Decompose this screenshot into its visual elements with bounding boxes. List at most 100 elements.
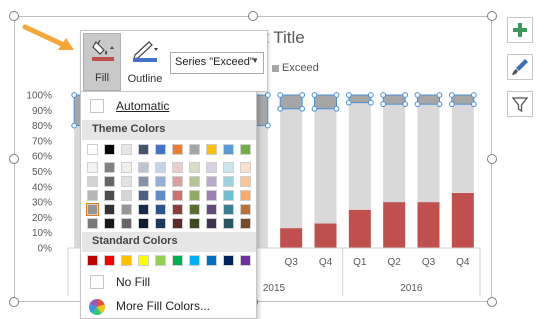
theme-color-shade-swatch[interactable]	[189, 190, 200, 201]
standard-colors-header: Standard Colors	[82, 232, 256, 252]
theme-color-shade-swatch[interactable]	[138, 190, 149, 201]
format-mini-toolbar: Fill Outline Series "Exceed" ▼	[80, 30, 268, 92]
automatic-option[interactable]: Automatic	[81, 97, 256, 117]
standard-color-swatch[interactable]	[206, 255, 217, 266]
series-select[interactable]: Series "Exceed" ▼	[170, 52, 264, 74]
theme-color-shade-swatch[interactable]	[172, 190, 183, 201]
theme-color-shade-swatch[interactable]	[172, 204, 183, 215]
theme-color-shade-swatch[interactable]	[240, 176, 251, 187]
theme-color-shade-swatch[interactable]	[206, 162, 217, 173]
standard-color-swatch[interactable]	[223, 255, 234, 266]
resize-handle-right[interactable]	[487, 154, 497, 164]
theme-color-shade-swatch[interactable]	[206, 176, 217, 187]
theme-color-shade-swatch[interactable]	[206, 190, 217, 201]
theme-color-shade-swatch[interactable]	[121, 162, 132, 173]
theme-color-shade-swatch[interactable]	[104, 218, 115, 229]
standard-color-swatch[interactable]	[121, 255, 132, 266]
theme-color-swatch[interactable]	[104, 144, 115, 155]
series-select-value: Series "Exceed"	[175, 56, 254, 68]
theme-color-shade-swatch[interactable]	[155, 162, 166, 173]
theme-color-shade-swatch[interactable]	[223, 218, 234, 229]
theme-color-shade-swatch[interactable]	[223, 204, 234, 215]
theme-color-shade-swatch[interactable]	[223, 176, 234, 187]
theme-color-swatch[interactable]	[240, 144, 251, 155]
theme-color-swatch[interactable]	[223, 144, 234, 155]
theme-color-shade-swatch[interactable]	[155, 176, 166, 187]
theme-color-shade-swatch[interactable]	[172, 162, 183, 173]
theme-color-shade-swatch[interactable]	[138, 162, 149, 173]
standard-color-swatch[interactable]	[87, 255, 98, 266]
resize-handle-top-right[interactable]	[487, 11, 497, 21]
more-fill-colors-label: More Fill Colors...	[116, 299, 211, 313]
legend[interactable]: Exceed	[272, 62, 319, 74]
theme-color-shade-swatch[interactable]	[155, 204, 166, 215]
standard-color-swatch[interactable]	[155, 255, 166, 266]
theme-color-shade-swatch[interactable]	[155, 190, 166, 201]
theme-color-swatch[interactable]	[121, 144, 132, 155]
resize-handle-left[interactable]	[9, 154, 19, 164]
plus-icon	[513, 23, 527, 37]
resize-handle-bottom-left[interactable]	[9, 297, 19, 307]
theme-color-swatch[interactable]	[189, 144, 200, 155]
standard-color-swatch[interactable]	[189, 255, 200, 266]
resize-handle-top[interactable]	[248, 11, 258, 21]
theme-color-shade-swatch[interactable]	[121, 190, 132, 201]
chart-styles-button[interactable]	[507, 54, 533, 80]
theme-color-shade-swatch[interactable]	[206, 218, 217, 229]
theme-color-shade-swatch[interactable]	[189, 176, 200, 187]
theme-color-shade-swatch[interactable]	[87, 190, 98, 201]
theme-color-shade-swatch[interactable]	[138, 204, 149, 215]
fill-button[interactable]: Fill	[83, 33, 121, 91]
theme-color-shade-swatch[interactable]	[104, 162, 115, 173]
legend-swatch	[272, 64, 279, 72]
theme-color-shade-swatch[interactable]	[172, 176, 183, 187]
theme-color-shade-swatch[interactable]	[155, 218, 166, 229]
resize-handle-bottom-right[interactable]	[487, 297, 497, 307]
standard-color-swatch[interactable]	[104, 255, 115, 266]
theme-color-shade-swatch[interactable]	[189, 162, 200, 173]
automatic-label: Automatic	[116, 99, 170, 113]
automatic-swatch	[90, 99, 104, 113]
paint-bucket-icon	[92, 39, 114, 61]
theme-color-shade-swatch[interactable]	[87, 162, 98, 173]
theme-color-shade-swatch[interactable]	[240, 218, 251, 229]
theme-color-shade-swatch[interactable]	[172, 218, 183, 229]
theme-color-shade-swatch[interactable]	[223, 190, 234, 201]
theme-color-swatch[interactable]	[206, 144, 217, 155]
fill-color-menu: Automatic Theme Colors Standard Colors N…	[80, 91, 257, 319]
theme-color-shade-swatch[interactable]	[87, 176, 98, 187]
standard-color-swatch[interactable]	[240, 255, 251, 266]
theme-color-shade-swatch[interactable]	[104, 190, 115, 201]
brush-icon	[512, 59, 528, 75]
no-fill-option[interactable]: No Fill	[81, 273, 256, 293]
theme-color-swatch[interactable]	[155, 144, 166, 155]
theme-color-shade-swatch[interactable]	[138, 176, 149, 187]
theme-color-shade-swatch[interactable]	[104, 204, 115, 215]
color-wheel-icon	[89, 299, 105, 315]
theme-color-shade-swatch[interactable]	[121, 176, 132, 187]
theme-color-shade-swatch[interactable]	[104, 176, 115, 187]
theme-color-shade-swatch[interactable]	[121, 218, 132, 229]
theme-color-shade-swatch[interactable]	[121, 204, 132, 215]
theme-color-shade-swatch[interactable]	[189, 218, 200, 229]
chart-elements-button[interactable]	[507, 17, 533, 43]
theme-color-shade-swatch[interactable]	[189, 204, 200, 215]
theme-color-shade-swatch[interactable]	[87, 218, 98, 229]
theme-color-shade-swatch[interactable]	[86, 203, 99, 216]
outline-label: Outline	[127, 73, 163, 85]
theme-color-swatch[interactable]	[138, 144, 149, 155]
theme-color-shade-swatch[interactable]	[240, 162, 251, 173]
resize-handle-top-left[interactable]	[9, 11, 19, 21]
chart-filters-button[interactable]	[507, 91, 533, 117]
standard-color-swatch[interactable]	[172, 255, 183, 266]
standard-color-swatch[interactable]	[138, 255, 149, 266]
theme-color-shade-swatch[interactable]	[206, 204, 217, 215]
more-fill-colors-option[interactable]: More Fill Colors...	[81, 297, 256, 317]
theme-color-shade-swatch[interactable]	[240, 204, 251, 215]
theme-color-swatch[interactable]	[87, 144, 98, 155]
theme-color-shade-swatch[interactable]	[138, 218, 149, 229]
theme-color-shade-swatch[interactable]	[240, 190, 251, 201]
outline-button[interactable]: Outline	[123, 33, 167, 91]
theme-color-shade-swatch[interactable]	[223, 162, 234, 173]
theme-color-swatch[interactable]	[172, 144, 183, 155]
